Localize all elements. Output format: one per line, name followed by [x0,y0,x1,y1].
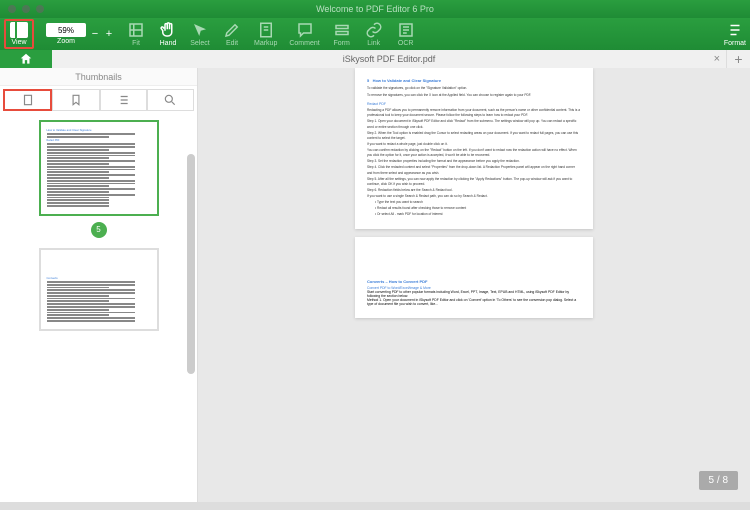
sidebar: Thumbnails How to Validate and Clear Sig… [0,68,198,502]
view-icon [10,22,28,38]
home-icon [19,52,33,66]
zoom-in-button[interactable]: + [104,28,114,40]
max-dot[interactable] [36,5,44,13]
main-toolbar: View Zoom − + Fit Hand Select Edit Marku… [0,18,750,50]
bookmarks-tab[interactable] [52,89,99,111]
view-button[interactable]: View [4,19,34,49]
thumbnail-5[interactable]: How to Validate and Clear Signature Reda… [39,120,159,216]
page-6: Converts – How to Convert PDF Convert PD… [355,237,593,318]
format-tool[interactable]: Format [724,21,746,47]
page-5: 5 How to Validate and Clear Signature To… [355,68,593,229]
welcome-text: Welcome to PDF Editor 6 Pro [316,4,434,14]
titlebar: Welcome to PDF Editor 6 Pro [0,0,750,18]
edit-tool[interactable]: Edit [222,21,242,47]
search-icon [163,93,177,107]
page-canvas[interactable]: 5 How to Validate and Clear Signature To… [198,68,750,502]
zoom-label: Zoom [57,38,75,45]
horizontal-scrollbar[interactable] [0,502,750,510]
markup-tool[interactable]: Markup [254,21,277,47]
fit-tool[interactable]: Fit [126,21,146,47]
zoom-select[interactable] [46,23,86,37]
list-icon [116,93,130,107]
search-tab[interactable] [147,89,194,111]
window-controls[interactable] [8,5,44,13]
outline-tab[interactable] [100,89,147,111]
min-dot[interactable] [22,5,30,13]
document-tab[interactable]: iSkysoft PDF Editor.pdf × [52,50,726,68]
tab-bar: iSkysoft PDF Editor.pdf × + [0,50,750,68]
home-tab[interactable] [0,50,52,68]
thumbnails-tab[interactable] [3,89,52,111]
close-dot[interactable] [8,5,16,13]
page-indicator: 5 / 8 [699,471,738,490]
page-badge-5: 5 [91,222,107,238]
zoom-controls: Zoom − + [42,23,114,45]
close-tab-icon[interactable]: × [714,53,720,65]
new-tab-button[interactable]: + [726,50,750,68]
comment-tool[interactable]: Comment [289,21,319,47]
sidebar-scrollbar[interactable] [187,154,195,374]
thumbnail-list[interactable]: How to Validate and Clear Signature Reda… [0,114,197,502]
document-tab-title: iSkysoft PDF Editor.pdf [343,54,436,64]
form-tool[interactable]: Form [332,21,352,47]
sidebar-tabs [0,86,197,114]
workspace: Thumbnails How to Validate and Clear Sig… [0,68,750,502]
zoom-out-button[interactable]: − [90,28,100,40]
select-tool[interactable]: Select [190,21,210,47]
page-icon [21,93,35,107]
thumbnail-6[interactable]: Converts [39,248,159,331]
link-tool[interactable]: Link [364,21,384,47]
hand-tool[interactable]: Hand [158,21,178,47]
bookmark-icon [69,93,83,107]
ocr-tool[interactable]: OCR [396,21,416,47]
view-label: View [11,39,26,46]
sidebar-header: Thumbnails [0,68,197,86]
